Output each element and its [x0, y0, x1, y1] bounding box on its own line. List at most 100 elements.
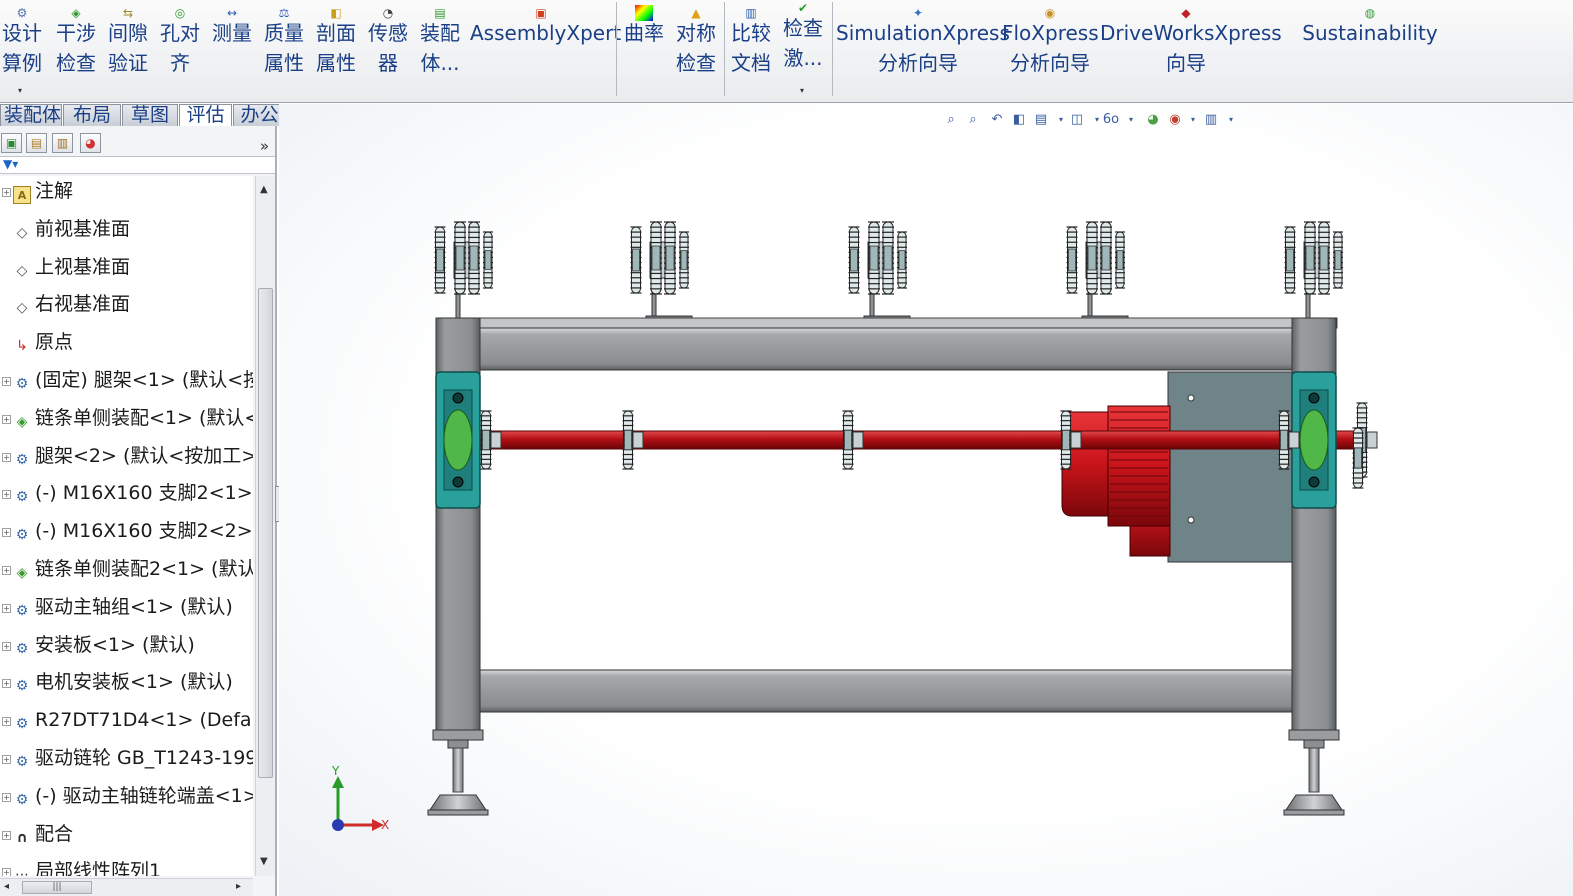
- gear-motor[interactable]: [1061, 405, 1171, 557]
- right-leveling-foot[interactable]: [1283, 739, 1345, 816]
- hole-alignment-button[interactable]: ◎ 孔对 齐: [156, 0, 204, 100]
- expand-icon[interactable]: +: [2, 414, 11, 424]
- sprocket[interactable]: [1278, 410, 1290, 470]
- tree-item[interactable]: + A 注解: [0, 176, 253, 212]
- expand-icon[interactable]: +: [2, 490, 11, 500]
- tab-layout[interactable]: 布局: [63, 104, 121, 126]
- measure-button[interactable]: ↔ 测量: [208, 0, 256, 100]
- dropdown-arrow-icon[interactable]: ▾: [18, 86, 22, 95]
- design-study-button[interactable]: ⚙ 设计 算例: [0, 0, 44, 100]
- sprocket[interactable]: [1060, 410, 1072, 470]
- expand-icon[interactable]: +: [2, 755, 11, 764]
- sprocket[interactable]: [1115, 231, 1125, 289]
- sprocket[interactable]: [650, 221, 662, 295]
- motor-mounting-plate[interactable]: [1167, 371, 1293, 563]
- display-manager-tab-icon[interactable]: ◕: [80, 133, 101, 153]
- sprocket[interactable]: [468, 221, 480, 295]
- simulationxpress-button[interactable]: ✦ SimulationXpress 分析向导: [836, 0, 1010, 100]
- sprocket[interactable]: [664, 221, 676, 295]
- tree-item[interactable]: + ⚙ (-) M16X160 支脚2<1> (I: [0, 478, 253, 514]
- sprocket[interactable]: [1333, 231, 1343, 289]
- sprocket[interactable]: [1318, 221, 1330, 295]
- scrollbar-thumb[interactable]: |||: [22, 881, 92, 894]
- sprocket[interactable]: [882, 221, 894, 295]
- assembly-model[interactable]: Y X: [279, 104, 1573, 896]
- sprocket[interactable]: [1066, 226, 1078, 294]
- sprocket[interactable]: [1086, 221, 1098, 295]
- top-idler-assembly[interactable]: [1066, 221, 1129, 325]
- sprocket[interactable]: [842, 410, 854, 470]
- expand-icon[interactable]: +: [2, 717, 11, 727]
- tree-item[interactable]: + ◈ 链条单侧装配2<1> (默认<: [0, 554, 253, 590]
- sprocket[interactable]: [454, 221, 466, 295]
- sprocket[interactable]: [1100, 221, 1112, 295]
- sprocket[interactable]: [679, 231, 689, 289]
- section-properties-button[interactable]: ◧ 剖面 属性: [312, 0, 360, 100]
- expand-icon[interactable]: +: [2, 679, 11, 689]
- dropdown-arrow-icon[interactable]: ▾: [800, 86, 804, 95]
- tree-item[interactable]: + ⚙ 电机安装板<1> (默认): [0, 667, 253, 703]
- scroll-right-icon[interactable]: ▸: [236, 881, 241, 892]
- floxpress-button[interactable]: ◉ FloXpress 分析向导: [1002, 0, 1099, 100]
- tree-item[interactable]: + ⚙ 安装板<1> (默认): [0, 630, 253, 666]
- expand-icon[interactable]: +: [2, 830, 11, 840]
- driveworksxpress-button[interactable]: ◆ DriveWorksXpress 向导: [1100, 0, 1282, 100]
- tab-sketch[interactable]: 草图: [122, 104, 178, 126]
- top-idler-assembly[interactable]: [848, 221, 911, 325]
- tree-item[interactable]: + ⚙ R27DT71D4<1> (Default): [0, 705, 253, 741]
- scroll-left-icon[interactable]: ◂: [4, 881, 9, 892]
- tree-item[interactable]: + ⋯ 局部线性阵列1: [0, 856, 253, 876]
- property-manager-tab-icon[interactable]: ▤: [26, 133, 47, 153]
- expand-icon[interactable]: +: [2, 603, 11, 613]
- expand-panel-icon[interactable]: »: [260, 137, 269, 155]
- tree-item[interactable]: ↳ 原点: [0, 327, 253, 363]
- expand-icon[interactable]: +: [2, 377, 11, 386]
- tree-item[interactable]: + ◈ 链条单侧装配<1> (默认<默: [0, 403, 253, 439]
- sensor-button[interactable]: ◔ 传感 器: [364, 0, 412, 100]
- top-idler-assembly[interactable]: [630, 221, 693, 325]
- expand-icon[interactable]: +: [2, 868, 11, 876]
- tree-item[interactable]: + ⚙ 驱动链轮 GB_T1243-1997_: [0, 743, 253, 779]
- sprocket[interactable]: [1304, 221, 1316, 295]
- expand-icon[interactable]: +: [2, 792, 11, 802]
- assemblyxpert-button[interactable]: ▣ AssemblyXpert: [470, 0, 621, 100]
- filter-icon[interactable]: ▼▾: [3, 157, 18, 171]
- sprocket[interactable]: [868, 221, 880, 295]
- tree-filter[interactable]: ▼▾: [0, 156, 275, 174]
- tree-item[interactable]: + ⚙ (-) 驱动主轴链轮端盖<1> (: [0, 781, 253, 817]
- tree-item[interactable]: + ⚙ 驱动主轴组<1> (默认): [0, 592, 253, 628]
- sprocket[interactable]: [1352, 427, 1364, 489]
- tree-item[interactable]: + ⚙ (固定) 腿架<1> (默认<按加: [0, 365, 253, 401]
- graphics-area[interactable]: ⌕ ⌕ ↶ ◧ ▤ ▾ ◫ ▾ 6o ▾ ◕ ◉ ▾ ▥ ▾ Y X: [279, 104, 1573, 896]
- expand-icon[interactable]: +: [2, 641, 11, 651]
- drive-shaft[interactable]: [479, 430, 1361, 450]
- scroll-down-icon[interactable]: ▼: [260, 856, 268, 867]
- scrollbar-thumb[interactable]: [258, 288, 273, 778]
- tab-assembly[interactable]: 装配体: [0, 104, 62, 126]
- sustainability-button[interactable]: ◍ Sustainability: [1300, 0, 1440, 100]
- tree-item[interactable]: ◇ 前视基准面: [0, 214, 253, 250]
- top-flat-bar[interactable]: [436, 317, 1338, 329]
- tree-item[interactable]: ◇ 右视基准面: [0, 289, 253, 325]
- clearance-verification-button[interactable]: ⇆ 间隙 验证: [104, 0, 152, 100]
- sprocket[interactable]: [897, 231, 907, 289]
- expand-icon[interactable]: +: [2, 452, 11, 462]
- tree-vertical-scrollbar[interactable]: ▲ ▼: [255, 176, 275, 876]
- check-active-button[interactable]: ✔ 检查 激...: [779, 0, 827, 100]
- sprocket[interactable]: [480, 410, 492, 470]
- scroll-up-icon[interactable]: ▲: [260, 184, 268, 195]
- upper-cross-beam[interactable]: [479, 327, 1293, 371]
- sprocket[interactable]: [483, 231, 493, 289]
- tree-item[interactable]: + ∩ 配合: [0, 819, 253, 855]
- mass-properties-button[interactable]: ⚖ 质量 属性: [260, 0, 308, 100]
- tree-horizontal-scrollbar[interactable]: ◂ ||| ▸: [0, 878, 253, 896]
- tree-item[interactable]: + ⚙ 腿架<2> (默认<按加工>): [0, 441, 253, 477]
- tree-item[interactable]: ◇ 上视基准面: [0, 252, 253, 288]
- expand-icon[interactable]: +: [2, 528, 11, 538]
- tree-item[interactable]: + ⚙ (-) M16X160 支脚2<2> (I: [0, 516, 253, 552]
- sprocket[interactable]: [848, 226, 860, 294]
- configuration-manager-tab-icon[interactable]: ▥: [52, 133, 73, 153]
- sprocket[interactable]: [434, 226, 446, 294]
- sprocket[interactable]: [622, 410, 634, 470]
- symmetry-check-button[interactable]: ▲ 对称 检查: [672, 0, 720, 100]
